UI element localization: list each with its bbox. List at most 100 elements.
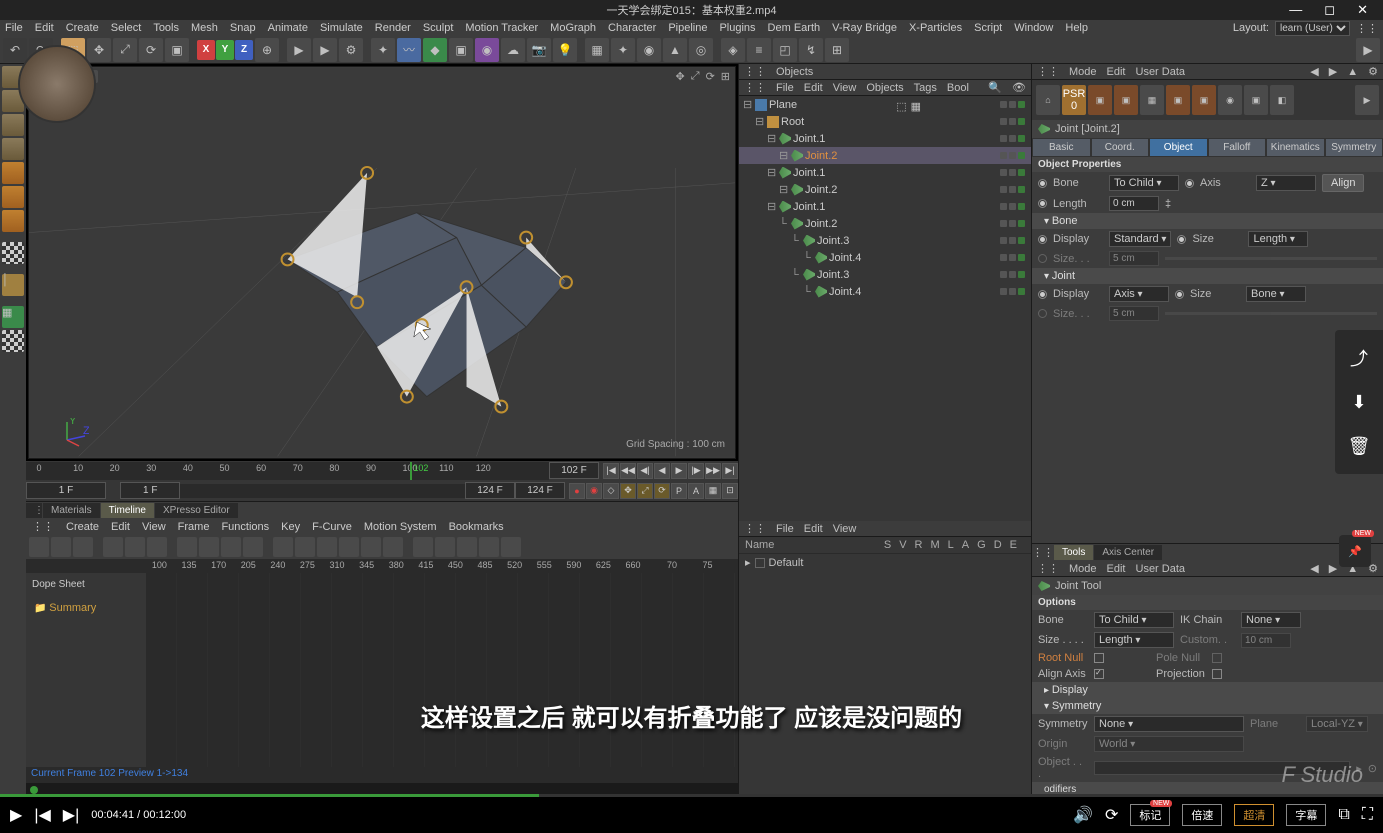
tool-bone-combo[interactable]: To Child ▾ xyxy=(1094,612,1174,628)
tree-row-joint-4[interactable]: └Joint.4 xyxy=(739,249,1031,266)
dt-15[interactable] xyxy=(361,537,381,557)
extra-2[interactable]: ✦ xyxy=(611,38,635,62)
dt-13[interactable] xyxy=(317,537,337,557)
range-end[interactable] xyxy=(515,482,565,499)
dt-3[interactable] xyxy=(73,537,93,557)
extra-6[interactable]: ◈ xyxy=(721,38,745,62)
obj-menu-objects[interactable]: Objects xyxy=(866,82,903,94)
attr-menu-edit[interactable]: Edit xyxy=(1107,66,1126,78)
tree-row-joint-3[interactable]: └Joint.3 xyxy=(739,266,1031,283)
names-menu-edit[interactable]: Edit xyxy=(804,523,823,535)
fullscreen-button[interactable]: ⛶ xyxy=(1362,806,1373,824)
tool-sym-combo[interactable]: None ▾ xyxy=(1094,716,1244,732)
preview-start[interactable] xyxy=(120,482,180,499)
key-extra2[interactable]: ⊡ xyxy=(722,483,738,499)
close-button[interactable]: ✕ xyxy=(1357,2,1368,18)
obj-menu-file[interactable]: File xyxy=(776,82,794,94)
menu-script[interactable]: Script xyxy=(974,22,1002,34)
tree-row-joint-2[interactable]: ⊟Joint.2 xyxy=(739,147,1031,164)
menu-character[interactable]: Character xyxy=(608,22,656,34)
dt-20[interactable] xyxy=(479,537,499,557)
menu-xparticles[interactable]: X-Particles xyxy=(909,22,962,34)
tab-xpresso[interactable]: XPresso Editor xyxy=(155,503,238,518)
sec-bone[interactable]: ▾ Bone xyxy=(1032,213,1383,229)
alignaxis-check[interactable] xyxy=(1094,669,1104,679)
key-pos[interactable]: ✥ xyxy=(620,483,636,499)
viewport[interactable]: Perspective ✥ ⤢ ⟳ ⊞ xyxy=(28,66,736,459)
dt-6[interactable] xyxy=(147,537,167,557)
autokey-button[interactable]: ◉ xyxy=(586,483,602,499)
range-start[interactable] xyxy=(26,482,106,499)
obj-menu-tags[interactable]: Tags xyxy=(914,82,937,94)
tree-row-joint-4[interactable]: └Joint.4 xyxy=(739,283,1031,300)
dt-1[interactable] xyxy=(29,537,49,557)
extra-9[interactable]: ↯ xyxy=(799,38,823,62)
key-scale[interactable]: ⤢ xyxy=(637,483,653,499)
tl-menu-key[interactable]: Key xyxy=(281,521,300,533)
render-region[interactable]: ▶ xyxy=(313,38,337,62)
key-pla[interactable]: A xyxy=(688,483,704,499)
dt-10[interactable] xyxy=(243,537,263,557)
pip-button[interactable]: ⧉ xyxy=(1338,806,1349,824)
obj-menu-edit[interactable]: Edit xyxy=(804,82,823,94)
dope-summary[interactable]: 📁 Summary xyxy=(30,600,142,616)
tl-menu-bookmarks[interactable]: Bookmarks xyxy=(449,521,504,533)
tree-row-root[interactable]: ⊟Root xyxy=(739,113,1031,130)
tree-row-joint-1[interactable]: ⊟Joint.1 xyxy=(739,198,1031,215)
dt-18[interactable] xyxy=(435,537,455,557)
next-button[interactable]: ▶| xyxy=(63,805,79,825)
menu-simulate[interactable]: Simulate xyxy=(320,22,363,34)
speed-button[interactable]: 倍速 xyxy=(1182,804,1222,826)
bone-size-combo[interactable]: Length ▾ xyxy=(1248,231,1308,247)
align-button[interactable]: Align xyxy=(1322,174,1364,192)
attr-tab-symmetry[interactable]: Symmetry xyxy=(1325,138,1383,157)
vp-zoom-icon[interactable]: ⤢ xyxy=(691,70,700,83)
delete-button[interactable]: 🗑 xyxy=(1335,426,1383,466)
tl-menu-frame[interactable]: Frame xyxy=(178,521,210,533)
maximize-button[interactable]: ◻ xyxy=(1324,2,1335,18)
share-button[interactable]: ⤴ xyxy=(1335,338,1383,378)
psr-7[interactable]: ▣ xyxy=(1244,85,1268,115)
layout-dropdown[interactable]: learn (User) xyxy=(1275,21,1350,36)
object-tree[interactable]: ⬚▦ ⊟Plane⊟Root⊟Joint.1⊟Joint.2⊟Joint.1⊟J… xyxy=(739,96,1031,521)
quality-button[interactable]: 超清 xyxy=(1234,804,1274,826)
tab-timeline[interactable]: Timeline xyxy=(101,503,154,518)
goto-start[interactable]: |◀ xyxy=(603,463,619,479)
tag-icon[interactable]: ▦ xyxy=(911,100,921,113)
current-frame[interactable] xyxy=(549,462,599,479)
move-tool[interactable]: ✥ xyxy=(87,38,111,62)
key-selection[interactable]: ◇ xyxy=(603,483,619,499)
attr-tab-falloff[interactable]: Falloff xyxy=(1208,138,1267,157)
preview-end[interactable] xyxy=(465,482,515,499)
names-menu-file[interactable]: File xyxy=(776,523,794,535)
menu-motiontracker[interactable]: Motion Tracker xyxy=(465,22,538,34)
minimize-button[interactable]: — xyxy=(1289,2,1302,18)
tree-row-plane[interactable]: ⊟Plane xyxy=(739,96,1031,113)
menu-tools[interactable]: Tools xyxy=(153,22,179,34)
axis-radio[interactable] xyxy=(1185,179,1194,188)
joint-size-combo[interactable]: Bone ▾ xyxy=(1246,286,1306,302)
point-mode[interactable] xyxy=(2,162,24,184)
scale-tool[interactable]: ⤢ xyxy=(113,38,137,62)
render-view[interactable]: ▶ xyxy=(287,38,311,62)
snap-toggle[interactable]: │ xyxy=(2,274,24,296)
undo-button[interactable]: ↶ xyxy=(3,38,27,62)
prev-key[interactable]: ◀◀ xyxy=(620,463,636,479)
extra-5[interactable]: ◎ xyxy=(689,38,713,62)
tl-menu-create[interactable]: Create xyxy=(66,521,99,533)
enable-axis[interactable] xyxy=(2,242,24,264)
attr-menu-mode[interactable]: Mode xyxy=(1069,66,1097,78)
attr-tab-object[interactable]: Object xyxy=(1149,138,1208,157)
workplane-mode[interactable] xyxy=(2,138,24,160)
menu-select[interactable]: Select xyxy=(111,22,142,34)
attr-menu-userdata[interactable]: User Data xyxy=(1136,66,1186,78)
vp-rotate-icon[interactable]: ⟳ xyxy=(706,70,715,83)
dope-ruler[interactable]: 1001351702052402753103453804154504855205… xyxy=(146,559,738,573)
sec-joint[interactable]: ▾ Joint xyxy=(1032,268,1383,284)
attr-tab-basic[interactable]: Basic xyxy=(1032,138,1091,157)
timeline-ruler[interactable]: 0 10 20 30 40 50 60 70 80 90 100 110 120… xyxy=(26,462,549,480)
psr-5[interactable]: ▣ xyxy=(1192,85,1216,115)
obj-menu-view[interactable]: View xyxy=(833,82,857,94)
loop-button[interactable]: ⟳ xyxy=(1105,805,1118,825)
psr-end[interactable]: ▶ xyxy=(1355,85,1379,115)
